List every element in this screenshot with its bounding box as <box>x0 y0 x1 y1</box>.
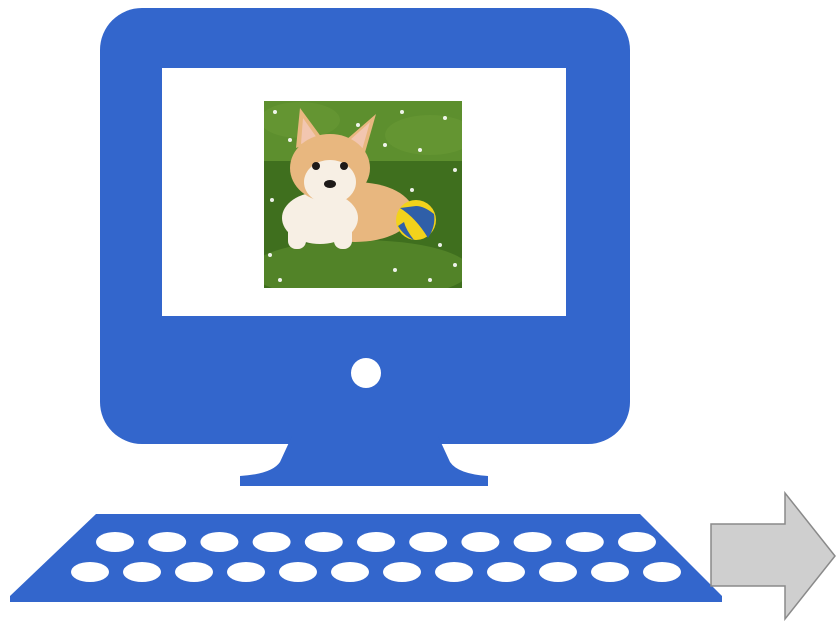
keyboard-key <box>123 562 161 582</box>
power-button-icon <box>351 358 381 388</box>
arrow-shape <box>710 490 836 622</box>
computer-diagram <box>10 8 836 622</box>
keyboard-key <box>461 532 500 552</box>
keyboard-key <box>513 532 552 552</box>
keyboard-key <box>175 562 213 582</box>
keyboard-body <box>10 514 722 602</box>
keyboard-key <box>539 562 577 582</box>
keyboard-key <box>200 532 239 552</box>
puppy-with-ball-photo <box>264 101 462 288</box>
right-arrow-icon <box>710 490 836 622</box>
keyboard-key <box>357 532 395 552</box>
keyboard-key <box>148 532 187 552</box>
keyboard-key <box>331 562 369 582</box>
keyboard-key <box>409 532 448 552</box>
keyboard-key <box>565 532 604 552</box>
keyboard-key <box>618 532 656 552</box>
keyboard-key <box>71 562 109 582</box>
keyboard-key <box>591 562 629 582</box>
keyboard-key <box>252 532 291 552</box>
keyboard-key <box>383 562 421 582</box>
keyboard-key <box>304 532 343 552</box>
ball-icon <box>396 200 436 240</box>
keyboard-key <box>96 532 134 552</box>
keyboard-key <box>435 562 473 582</box>
keyboard-key <box>227 562 265 582</box>
keyboard-icon <box>10 514 722 602</box>
keyboard-key <box>643 562 681 582</box>
keyboard-key <box>279 562 317 582</box>
keyboard-key <box>487 562 525 582</box>
